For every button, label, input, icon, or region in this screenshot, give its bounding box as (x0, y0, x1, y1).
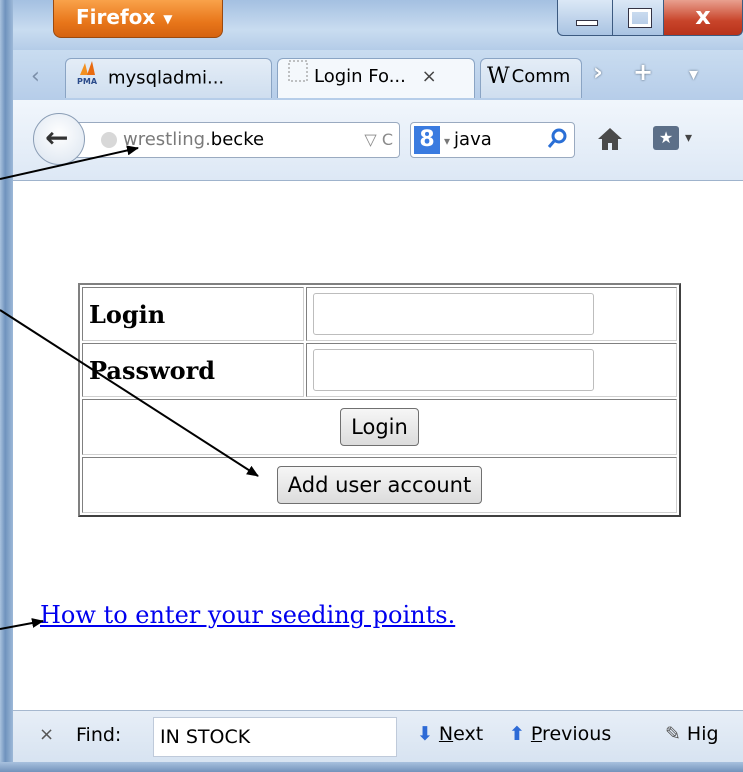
minimize-icon (576, 20, 598, 26)
close-window-button[interactable]: x (663, 0, 743, 36)
find-next-button[interactable]: ⬇ Next (417, 723, 483, 745)
chevron-down-icon: ▼ (163, 11, 173, 26)
minimize-button[interactable] (557, 0, 613, 36)
find-previous-label: revious (542, 723, 612, 745)
login-button-row: Login (82, 399, 677, 455)
tab-mysqladmin[interactable]: PMA mysqladmi... (65, 58, 272, 98)
globe-icon (101, 132, 117, 148)
login-form-table: Login Password Login Add user account (78, 283, 681, 517)
highlighter-icon: ✎ (665, 723, 681, 745)
find-previous-accesskey: P (530, 723, 543, 745)
navigation-toolbar: wrestling.becke ▽ C ← 8 ▾ java ★ ▾ (13, 100, 743, 181)
find-label: Find: (76, 724, 122, 746)
home-icon[interactable] (595, 124, 625, 161)
desktop-edge (0, 0, 13, 772)
title-bar: Firefox ▼ x (13, 0, 743, 50)
search-box[interactable]: 8 ▾ java (410, 122, 575, 158)
maximize-button[interactable] (612, 0, 664, 36)
password-input[interactable] (313, 349, 594, 391)
search-icon[interactable] (546, 124, 568, 157)
highlight-all-button[interactable]: ✎ Hig (665, 723, 719, 745)
tab-close-icon[interactable]: × (422, 66, 437, 87)
close-icon: x (695, 2, 711, 30)
login-input[interactable] (313, 293, 594, 335)
tab-wikipedia[interactable]: W Comm (480, 58, 582, 98)
highlight-label: Hig (686, 723, 719, 745)
tab-login-form[interactable]: Login Fo... × (277, 58, 475, 98)
find-previous-button[interactable]: ⬆ Previous (509, 723, 611, 745)
back-button[interactable]: ← (33, 113, 85, 165)
password-field-cell (306, 343, 677, 397)
tab-scroll-left-button[interactable]: ‹ (31, 64, 40, 89)
find-close-icon[interactable]: × (39, 724, 54, 745)
tab-list-button[interactable]: ▾ (689, 64, 698, 85)
password-label: Password (82, 343, 304, 397)
firefox-menu-button[interactable]: Firefox ▼ (53, 0, 223, 38)
bookmarks-icon[interactable]: ★ (653, 126, 679, 150)
url-dropdown-icon[interactable]: ▽ (364, 130, 376, 149)
tab-label: Comm (511, 66, 571, 87)
seeding-points-link[interactable]: How to enter your seeding points. (40, 601, 455, 629)
find-next-accesskey: N (438, 723, 454, 745)
reload-icon[interactable]: C (382, 130, 393, 149)
tab-label: Login Fo... (314, 66, 406, 87)
window-bottom-border (0, 762, 743, 772)
browser-window: Firefox ▼ x ‹ PMA mysqladmi... Login Fo..… (0, 0, 743, 772)
back-arrow-icon: ← (45, 121, 69, 154)
login-button[interactable]: Login (340, 408, 419, 446)
login-button-cell: Login (82, 399, 677, 455)
url-domain: wrestling. (123, 129, 211, 150)
search-engine-dropdown-icon[interactable]: ▾ (444, 134, 450, 148)
phpmyadmin-icon-text: PMA (77, 77, 98, 85)
bookmarks-dropdown-icon[interactable]: ▾ (685, 130, 692, 146)
tab-label: mysqladmi... (108, 67, 225, 89)
password-row: Password (82, 343, 677, 397)
find-bar: × Find: IN STOCK ⬇ Next ⬆ Previous ✎ Hig (13, 710, 743, 763)
arrow-down-icon: ⬇ (417, 723, 433, 745)
firefox-menu-label: Firefox (76, 5, 156, 29)
blank-page-icon (288, 59, 308, 95)
new-tab-button[interactable]: + (633, 58, 653, 86)
wikipedia-icon: W (487, 64, 510, 89)
search-input-text: java (454, 129, 492, 150)
arrow-up-icon: ⬆ (509, 723, 525, 745)
phpmyadmin-icon: PMA (76, 59, 102, 98)
tab-scroll-right-button[interactable]: › (593, 58, 603, 86)
maximize-icon (628, 8, 652, 28)
add-account-cell: Add user account (82, 457, 677, 513)
url-domain-bold: becke (210, 129, 265, 150)
login-row: Login (82, 287, 677, 341)
url-bar[interactable]: wrestling.becke ▽ C (73, 122, 400, 158)
tab-bar: ‹ PMA mysqladmi... Login Fo... × W Comm ›… (13, 50, 743, 100)
page-content: Login Password Login Add user account Ho… (13, 181, 743, 710)
find-input[interactable]: IN STOCK (153, 717, 397, 757)
login-label: Login (82, 287, 304, 341)
add-user-account-button[interactable]: Add user account (276, 466, 483, 504)
add-account-row: Add user account (82, 457, 677, 513)
find-next-label: ext (453, 723, 484, 745)
google-icon[interactable]: 8 (414, 126, 440, 154)
login-field-cell (306, 287, 677, 341)
